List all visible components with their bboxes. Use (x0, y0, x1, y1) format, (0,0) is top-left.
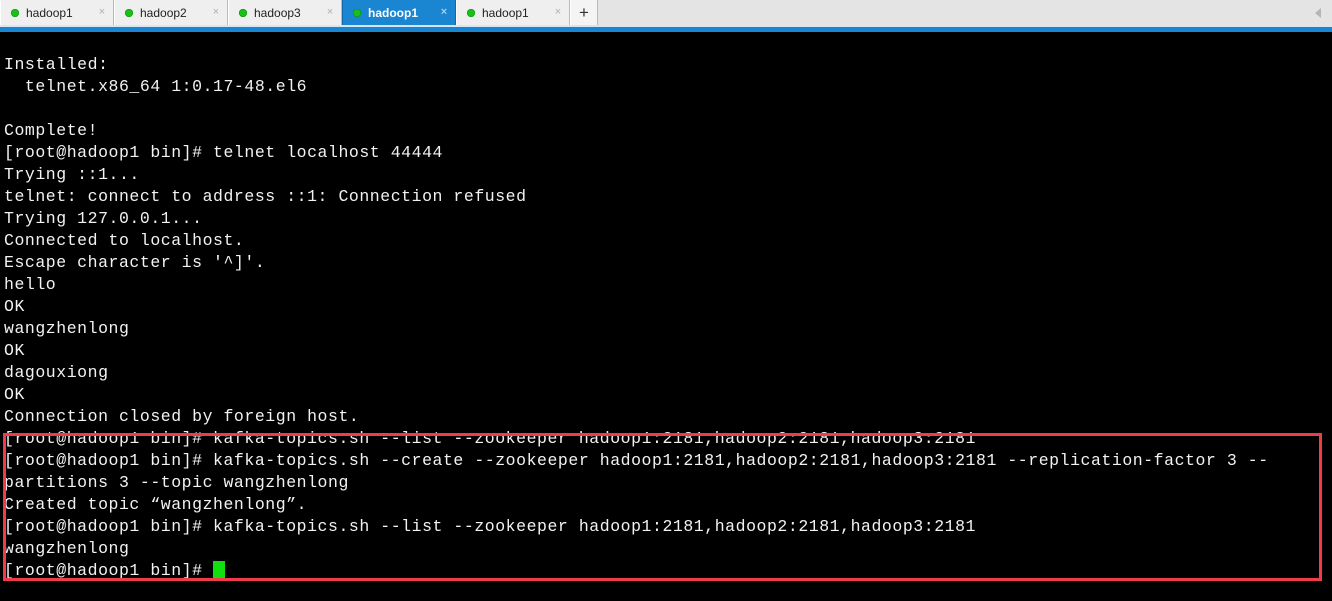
terminal-line: Installed: (4, 55, 109, 74)
tab-label: hadoop1 (482, 5, 529, 20)
terminal-line: [root@hadoop1 bin]# kafka-topics.sh --li… (4, 429, 976, 448)
green-dot-icon (125, 8, 133, 17)
green-dot-icon (353, 8, 361, 17)
green-dot-icon (239, 8, 247, 17)
terminal-line: [root@hadoop1 bin]# kafka-topics.sh --cr… (4, 451, 1269, 470)
terminal-lines: Installed: telnet.x86_64 1:0.17-48.el6 C… (4, 32, 1332, 582)
tab-hadoop1-1[interactable]: hadoop1 × (0, 0, 114, 25)
terminal-prompt: [root@hadoop1 bin]# (4, 561, 214, 580)
terminal-line: OK (4, 341, 25, 360)
terminal-tab-bar: hadoop1 × hadoop2 × hadoop3 × hadoop1 × … (0, 0, 1332, 25)
close-icon[interactable]: × (95, 6, 109, 20)
terminal-line: Trying 127.0.0.1... (4, 209, 203, 228)
terminal-line: dagouxiong (4, 363, 109, 382)
tab-label: hadoop3 (254, 5, 301, 20)
tab-label: hadoop1 (26, 5, 73, 20)
terminal-line: OK (4, 297, 25, 316)
terminal-line: wangzhenlong (4, 539, 130, 558)
tab-hadoop1-2[interactable]: hadoop1 × (456, 0, 570, 25)
green-dot-icon (467, 8, 475, 17)
terminal-line: Connection closed by foreign host. (4, 407, 360, 426)
new-tab-button[interactable]: + (570, 0, 598, 25)
close-icon[interactable]: × (551, 6, 565, 20)
block-cursor-icon (213, 561, 226, 578)
close-icon[interactable]: × (209, 6, 223, 20)
terminal-line: telnet: connect to address ::1: Connecti… (4, 187, 527, 206)
tab-scroll-left-button[interactable] (1306, 0, 1332, 25)
tab-hadoop1-active[interactable]: hadoop1 × (342, 0, 456, 25)
close-icon[interactable]: × (323, 6, 337, 20)
chevron-left-icon (1315, 7, 1321, 18)
terminal-line: telnet.x86_64 1:0.17-48.el6 (4, 77, 308, 96)
tab-bar-empty-area (598, 0, 1306, 25)
green-dot-icon (11, 8, 19, 17)
terminal-line: hello (4, 275, 57, 294)
plus-icon: + (579, 3, 589, 22)
terminal-line: Trying ::1... (4, 165, 140, 184)
terminal-line: Created topic “wangzhenlong”. (4, 495, 308, 514)
terminal-line: [root@hadoop1 bin]# telnet localhost 444… (4, 143, 443, 162)
terminal-prompt-line: [root@hadoop1 bin]# (4, 560, 1332, 582)
tab-label: hadoop1 (368, 5, 418, 20)
terminal-line: OK (4, 385, 25, 404)
tab-hadoop3[interactable]: hadoop3 × (228, 0, 342, 25)
terminal-line: partitions 3 --topic wangzhenlong (4, 473, 349, 492)
terminal-line: wangzhenlong (4, 319, 130, 338)
tab-hadoop2[interactable]: hadoop2 × (114, 0, 228, 25)
tab-label: hadoop2 (140, 5, 187, 20)
terminal-line: Escape character is '^]'. (4, 253, 266, 272)
terminal-line: [root@hadoop1 bin]# kafka-topics.sh --li… (4, 517, 976, 536)
terminal-line: Connected to localhost. (4, 231, 245, 250)
close-icon[interactable]: × (437, 6, 451, 20)
terminal-output-pane[interactable]: Installed: telnet.x86_64 1:0.17-48.el6 C… (0, 32, 1332, 601)
terminal-line: Complete! (4, 121, 99, 140)
